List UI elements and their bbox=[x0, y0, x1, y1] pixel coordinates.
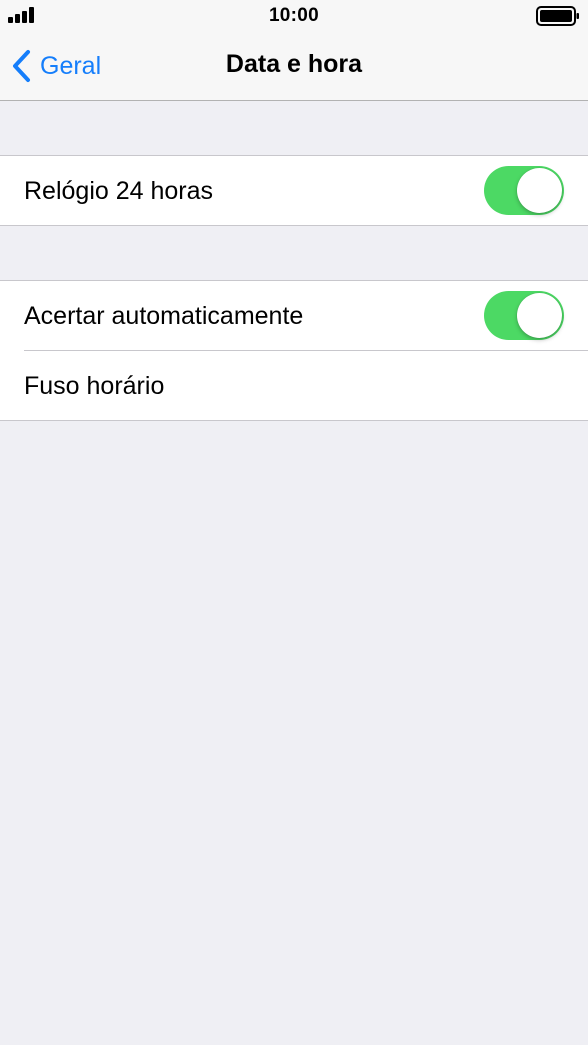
page-title: Data e hora bbox=[225, 50, 363, 78]
row-label: Acertar automaticamente bbox=[24, 302, 304, 330]
toggle-knob bbox=[517, 168, 562, 213]
settings-group-clock: Relógio 24 horas bbox=[0, 155, 588, 226]
battery-full-icon bbox=[536, 6, 579, 26]
top-bar: 10:00 Geral Data e hora bbox=[0, 0, 588, 101]
set-automatically-toggle[interactable] bbox=[484, 291, 564, 340]
status-bar: 10:00 bbox=[0, 0, 588, 32]
24-hour-clock-toggle[interactable] bbox=[484, 166, 564, 215]
navigation-bar: Geral Data e hora bbox=[0, 32, 588, 100]
row-label: Relógio 24 horas bbox=[24, 177, 214, 205]
row-label: Fuso horário bbox=[24, 372, 165, 400]
row-24-hour-clock: Relógio 24 horas bbox=[0, 156, 588, 225]
status-time: 10:00 bbox=[268, 5, 320, 26]
row-set-automatically: Acertar automaticamente bbox=[0, 281, 588, 350]
toggle-knob bbox=[517, 293, 562, 338]
row-time-zone[interactable]: Fuso horário bbox=[0, 350, 588, 420]
settings-group-time: Acertar automaticamente Fuso horário bbox=[0, 280, 588, 421]
